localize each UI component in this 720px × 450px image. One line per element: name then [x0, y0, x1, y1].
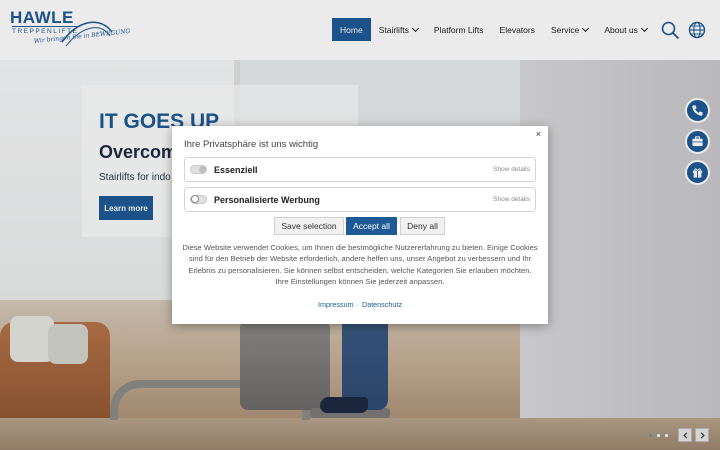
advertising-toggle[interactable] [190, 195, 207, 204]
accept-all-button[interactable]: Accept all [346, 217, 397, 235]
show-details-link[interactable]: Show details [493, 166, 530, 173]
imprint-link[interactable]: Impressum [318, 300, 354, 309]
cookie-category-label: Essenziell [214, 164, 258, 175]
cookie-category-label: Personalisierte Werbung [214, 194, 320, 205]
deny-all-button[interactable]: Deny all [400, 217, 445, 235]
link-separator: · [356, 300, 359, 309]
show-details-link[interactable]: Show details [493, 196, 530, 203]
modal-footer-links: Impressum · Datenschutz [172, 300, 548, 309]
save-selection-button[interactable]: Save selection [274, 217, 344, 235]
close-button[interactable]: × [536, 129, 541, 139]
cookie-category-essential: Essenziell Show details [184, 157, 536, 182]
cookie-description: Diese Website verwendet Cookies, um Ihne… [182, 243, 538, 286]
privacy-link[interactable]: Datenschutz [362, 300, 402, 309]
cookie-consent-modal: × Ihre Privatsphäre ist uns wichtig Esse… [172, 126, 548, 324]
essential-toggle[interactable] [190, 165, 207, 174]
cookie-category-advertising: Personalisierte Werbung Show details [184, 187, 536, 212]
modal-title: Ihre Privatsphäre ist uns wichtig [184, 139, 319, 150]
